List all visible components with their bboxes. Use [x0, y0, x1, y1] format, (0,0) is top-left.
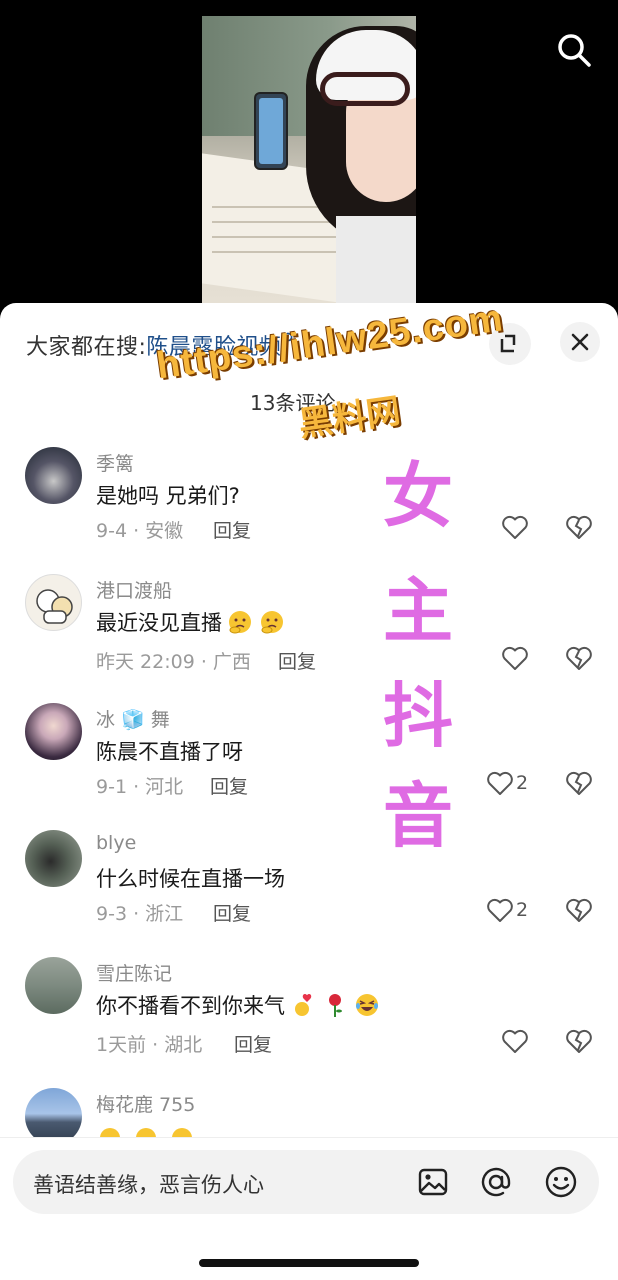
comment-text: 最近没见直播 [96, 607, 286, 637]
avatar[interactable] [25, 447, 82, 504]
comment-author[interactable]: blye [96, 832, 136, 854]
search-icon[interactable] [554, 30, 594, 70]
comment-text-body: 最近没见直播 [96, 611, 222, 635]
rose-emoji-icon [329, 994, 342, 1017]
comment-text: 你不播看不到你来气 [96, 990, 381, 1020]
thinking-emoji-icon [229, 611, 251, 634]
list-item: 梅花鹿 755 [0, 1086, 618, 1137]
reply-button[interactable]: 回复 [213, 899, 251, 926]
finger-heart-emoji-icon [295, 993, 312, 1016]
hot-search-prefix: 大家都在搜: [26, 335, 147, 360]
thumbs-up-emoji-icon [100, 1128, 192, 1137]
watermark-char: 主 [383, 570, 453, 652]
avatar[interactable] [25, 1088, 82, 1137]
reply-button[interactable]: 回复 [278, 647, 316, 674]
comment-author[interactable]: 冰 🧊 舞 [96, 705, 170, 732]
video-thumbnail[interactable] [202, 16, 416, 316]
broken-heart-icon[interactable] [565, 897, 593, 923]
comment-author[interactable]: 港口渡船 [96, 576, 172, 603]
comment-meta: 1天前 · 湖北 [96, 1034, 203, 1056]
comment-author[interactable]: 梅花鹿 755 [96, 1090, 195, 1117]
heart-outline-icon[interactable] [486, 897, 514, 923]
avatar[interactable] [25, 957, 82, 1014]
like-count: 2 [516, 899, 529, 921]
comment-text: 什么时候在直播一场 [96, 867, 285, 891]
avatar[interactable] [25, 574, 82, 631]
comment-text: 陈晨不直播了呀 [96, 740, 243, 764]
laughing-emoji-icon [356, 994, 378, 1016]
reply-button[interactable]: 回复 [213, 516, 251, 543]
comment-text: 是她吗 兄弟们? [96, 484, 240, 508]
comment-text-body: 你不播看不到你来气 [96, 994, 285, 1018]
broken-heart-icon[interactable] [565, 770, 593, 796]
like-count: 2 [516, 772, 529, 794]
comment-meta: 9-4 · 安徽 [96, 520, 184, 542]
reply-button[interactable]: 回复 [234, 1030, 272, 1057]
comment-meta: 9-1 · 河北 [96, 776, 184, 798]
avatar[interactable] [25, 703, 82, 760]
home-indicator[interactable] [199, 1259, 419, 1267]
comment-meta: 9-3 · 浙江 [96, 903, 184, 925]
close-button[interactable] [560, 322, 600, 362]
comment-sheet: 大家都在搜:陈晨露脸视频 13条评论 季篱 是她吗 兄弟们? 9-4 · 安徽 … [0, 303, 618, 1280]
comment-input-placeholder[interactable]: 善语结善缘，恶言伤人心 [33, 1169, 264, 1199]
at-icon[interactable] [479, 1165, 513, 1199]
thinking-emoji-icon [261, 611, 283, 634]
watermark-char: 女 [383, 455, 453, 537]
comment-author[interactable]: 雪庄陈记 [96, 959, 172, 986]
comment-meta: 昨天 22:09 · 广西 [96, 651, 251, 673]
heart-outline-icon[interactable] [501, 1028, 529, 1054]
broken-heart-icon[interactable] [565, 645, 593, 671]
watermark-char: 抖 [383, 675, 453, 757]
image-icon[interactable] [416, 1165, 450, 1199]
close-icon [571, 333, 589, 351]
partial-emoji-row [96, 1122, 206, 1137]
broken-heart-icon[interactable] [565, 1028, 593, 1054]
broken-heart-icon[interactable] [565, 514, 593, 540]
heart-outline-icon[interactable] [501, 645, 529, 671]
reply-button[interactable]: 回复 [210, 772, 248, 799]
heart-outline-icon[interactable] [501, 514, 529, 540]
comment-author[interactable]: 季篱 [96, 449, 134, 476]
watermark-char: 音 [383, 775, 453, 857]
heart-outline-icon[interactable] [486, 770, 514, 796]
divider [0, 1137, 618, 1138]
smiley-icon[interactable] [544, 1165, 578, 1199]
comment-input-bar[interactable]: 善语结善缘，恶言伤人心 [13, 1150, 599, 1214]
avatar[interactable] [25, 830, 82, 887]
